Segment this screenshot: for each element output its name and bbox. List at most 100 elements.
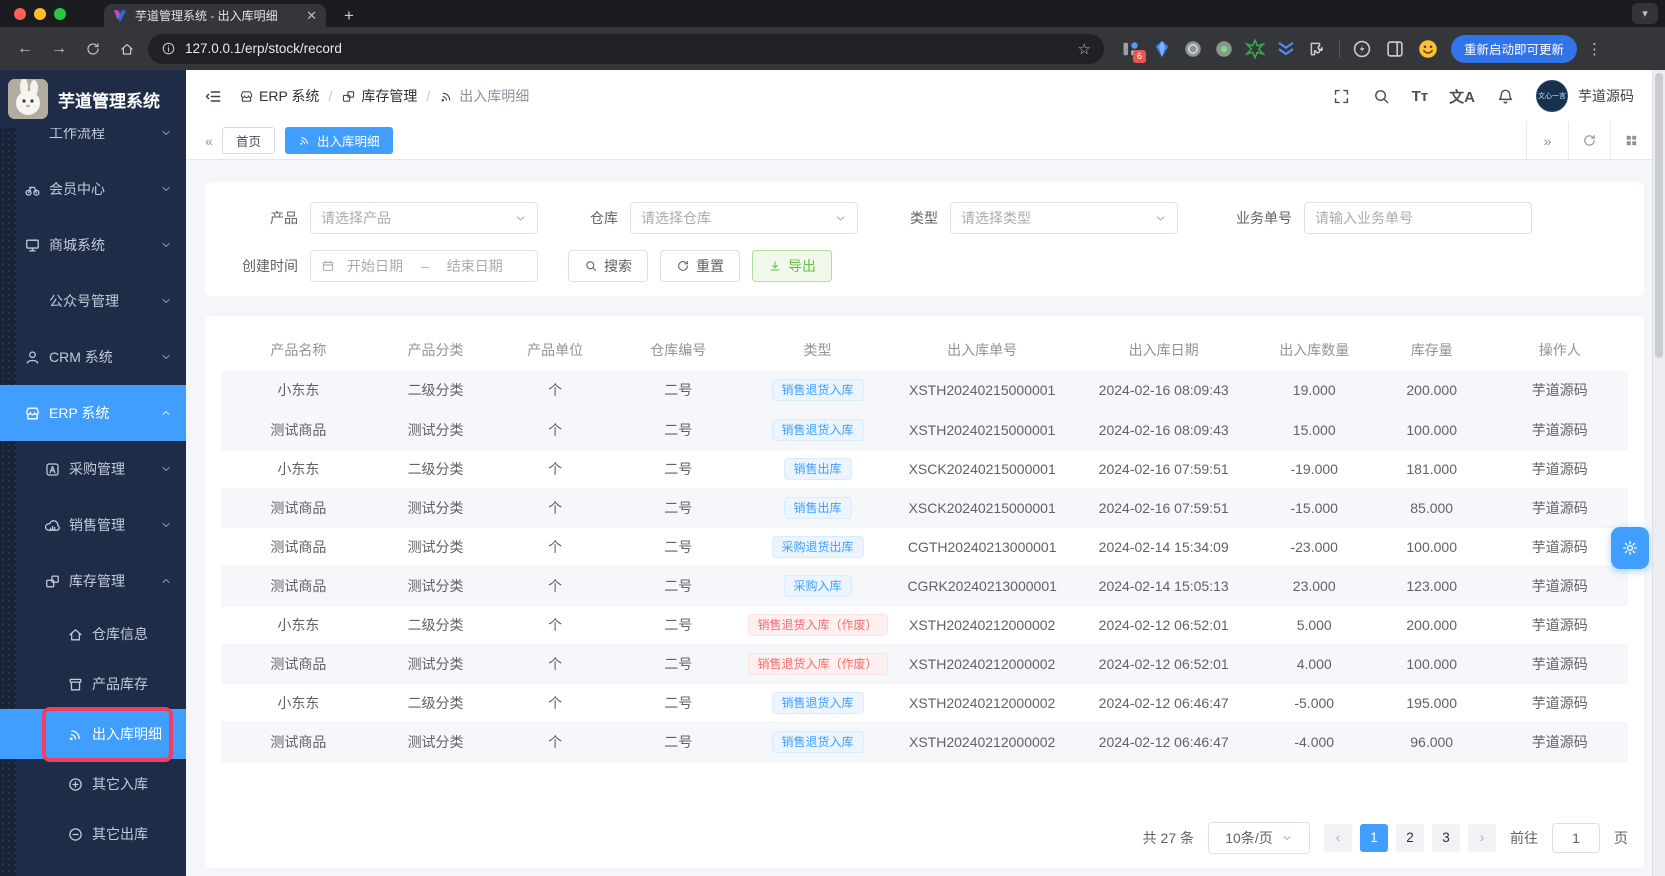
table-row[interactable]: 小东东 二级分类个二号 销售出库 XSCK20240215000001 2024-02-… <box>221 449 1628 489</box>
table-row[interactable]: 小东东 二级分类个二号 销售退货入库 XSTH20240215000001 2024-0… <box>221 371 1628 411</box>
refresh-page-icon[interactable] <box>1568 122 1610 159</box>
cell-warehouse: 二号 <box>614 488 742 528</box>
profile-avatar-icon[interactable] <box>1417 38 1439 60</box>
table-row[interactable]: 小东东 二级分类个二号 销售退货入库 XSTH20240212000002 2024-0… <box>221 683 1628 723</box>
fullscreen-icon[interactable] <box>1332 87 1351 106</box>
browser-menu-icon[interactable]: ⋮ <box>1587 40 1602 58</box>
user-avatar[interactable]: 文心一言 <box>1536 80 1568 112</box>
tab-stock-record[interactable]: 出入库明细 <box>285 127 393 154</box>
minimize-window-button[interactable] <box>34 8 46 20</box>
side-panel-icon[interactable] <box>1384 38 1406 60</box>
maximize-window-button[interactable] <box>54 8 66 20</box>
table-row[interactable]: 小东东 二级分类个二号 销售退货入库（作废） XSTH20240212000002 20… <box>221 605 1628 645</box>
table-row[interactable]: 测试商品 测试分类个二号 采购退货出库 CGTH20240213000001 2024-… <box>221 527 1628 567</box>
breadcrumb-item-1[interactable]: 库存管理 <box>341 86 417 106</box>
address-bar[interactable]: 127.0.0.1/erp/stock/record ☆ <box>148 33 1104 64</box>
sidebar-item-6[interactable]: 采购管理 <box>0 441 186 497</box>
ext-gem-icon[interactable] <box>1152 39 1172 59</box>
page-button-2[interactable]: 2 <box>1396 823 1424 852</box>
notification-bell-icon[interactable] <box>1496 87 1515 106</box>
sidebar-item-9[interactable]: 仓库信息 <box>0 609 186 659</box>
sidebar-item-13[interactable]: 其它出库 <box>0 809 186 859</box>
monitor-icon <box>24 237 41 254</box>
prev-page-button[interactable]: ‹ <box>1324 823 1352 852</box>
table-row[interactable]: 测试商品 测试分类个二号 销售退货入库 XSTH20240215000001 2024-… <box>221 410 1628 450</box>
sidebar-item-5[interactable]: ERP 系统 <box>0 385 186 441</box>
reload-icon[interactable] <box>80 36 106 62</box>
type-select[interactable]: 请选择类型 <box>950 202 1178 234</box>
scrollbar-thumb[interactable] <box>1655 73 1663 358</box>
settings-fab[interactable] <box>1611 527 1649 569</box>
column-header: 库存量 <box>1410 342 1453 358</box>
page-tabbar: « 首页 出入库明细 » <box>186 122 1652 160</box>
product-select[interactable]: 请选择产品 <box>310 202 538 234</box>
date-range-input[interactable]: 开始日期 – 结束日期 <box>310 250 538 282</box>
window-controls[interactable] <box>14 8 66 20</box>
page-button-1[interactable]: 1 <box>1360 823 1388 852</box>
chevron-down-icon <box>160 183 172 195</box>
sidebar-item-7[interactable]: 销售管理 <box>0 497 186 553</box>
username[interactable]: 芋道源码 <box>1578 86 1634 106</box>
sidebar-item-3[interactable]: 公众号管理 <box>0 273 186 329</box>
cell-operator: 芋道源码 <box>1491 605 1628 645</box>
sidebar-item-10[interactable]: 产品库存 <box>0 659 186 709</box>
bizno-input[interactable]: 请输入业务单号 <box>1304 202 1532 234</box>
tab-home[interactable]: 首页 <box>222 127 276 154</box>
next-page-button[interactable]: › <box>1468 823 1496 852</box>
page-button-3[interactable]: 3 <box>1432 823 1460 852</box>
table-row[interactable]: 测试商品 测试分类个二号 销售退货入库（作废） XSTH20240212000002 2… <box>221 644 1628 684</box>
home-icon[interactable] <box>114 36 140 62</box>
warehouse-select[interactable]: 请选择仓库 <box>630 202 858 234</box>
logo-avatar <box>8 79 48 119</box>
type-badge: 销售退货入库 <box>771 418 864 441</box>
search-button[interactable]: 搜索 <box>568 250 648 282</box>
search-icon[interactable] <box>1372 87 1391 106</box>
page-size-select[interactable]: 10条/页 <box>1208 821 1310 854</box>
site-info-icon[interactable] <box>161 41 176 56</box>
ext-green-dot-icon[interactable] <box>1214 39 1234 59</box>
table-row[interactable]: 测试商品 测试分类个二号 销售退货入库 XSTH20240212000002 2024-… <box>221 722 1628 762</box>
sidebar-item-2[interactable]: 商城系统 <box>0 217 186 273</box>
language-icon[interactable]: 文A <box>1449 87 1475 106</box>
breadcrumb-item-2[interactable]: 出入库明细 <box>439 86 529 106</box>
cell-order-no: XSTH20240212000002 <box>893 644 1071 684</box>
sidebar-item-8[interactable]: 库存管理 <box>0 553 186 609</box>
cell-datetime: 2024-02-16 07:59:51 <box>1070 449 1257 489</box>
ext-colorpicker-icon[interactable]: 6 <box>1121 39 1146 63</box>
page-number-buttons: 123 <box>1360 823 1460 852</box>
reset-button[interactable]: 重置 <box>660 250 740 282</box>
ext-vue-devtools-icon[interactable] <box>1276 39 1296 59</box>
table-row[interactable]: 测试商品 测试分类个二号 采购入库 CGRK20240213000001 2024-02… <box>221 566 1628 606</box>
sidebar-item-1[interactable]: 会员中心 <box>0 161 186 217</box>
browser-update-button[interactable]: 重新启动即可更新 <box>1451 34 1578 63</box>
sidebar-item-4[interactable]: CRM 系统 <box>0 329 186 385</box>
ext-gray-circle-icon[interactable] <box>1183 39 1203 59</box>
new-tab-button[interactable]: + <box>338 5 360 27</box>
close-tab-icon[interactable]: ✕ <box>306 8 317 24</box>
tabs-scroll-left-icon[interactable]: « <box>196 133 222 149</box>
layout-grid-icon[interactable] <box>1610 122 1652 159</box>
back-icon[interactable]: ← <box>12 36 38 62</box>
sidebar-item-11[interactable]: 出入库明细 <box>0 709 186 759</box>
close-window-button[interactable] <box>14 8 26 20</box>
collapse-sidebar-icon[interactable] <box>204 87 223 106</box>
cell-quantity: -23.000 <box>1256 527 1372 567</box>
battery-saver-icon[interactable] <box>1351 38 1373 60</box>
bookmark-star-icon[interactable]: ☆ <box>1078 40 1091 58</box>
tabs-scroll-right-icon[interactable]: » <box>1526 122 1568 159</box>
page-scrollbar[interactable] <box>1652 70 1665 876</box>
app-logo[interactable]: 芋道管理系统 <box>0 70 186 128</box>
extensions-puzzle-icon[interactable] <box>1307 39 1327 59</box>
cell-operator: 芋道源码 <box>1491 449 1628 489</box>
browser-tab[interactable]: 芋道管理系统 - 出入库明细 ✕ <box>104 4 326 27</box>
browser-toolbar: ← → 127.0.0.1/erp/stock/record ☆ 6 重新启动即… <box>0 27 1665 70</box>
breadcrumb-item-0[interactable]: ERP 系统 <box>239 86 319 106</box>
export-button[interactable]: 导出 <box>752 250 832 282</box>
font-size-icon[interactable]: Tᴛ <box>1412 87 1429 106</box>
forward-icon[interactable]: → <box>46 36 72 62</box>
sidebar-item-12[interactable]: 其它入库 <box>0 759 186 809</box>
tab-search-chevron-icon[interactable]: ▾ <box>1632 3 1658 24</box>
ext-green-star-icon[interactable] <box>1244 37 1266 60</box>
table-row[interactable]: 测试商品 测试分类个二号 销售出库 XSCK20240215000001 2024-02… <box>221 488 1628 528</box>
goto-page-input[interactable] <box>1552 822 1600 853</box>
